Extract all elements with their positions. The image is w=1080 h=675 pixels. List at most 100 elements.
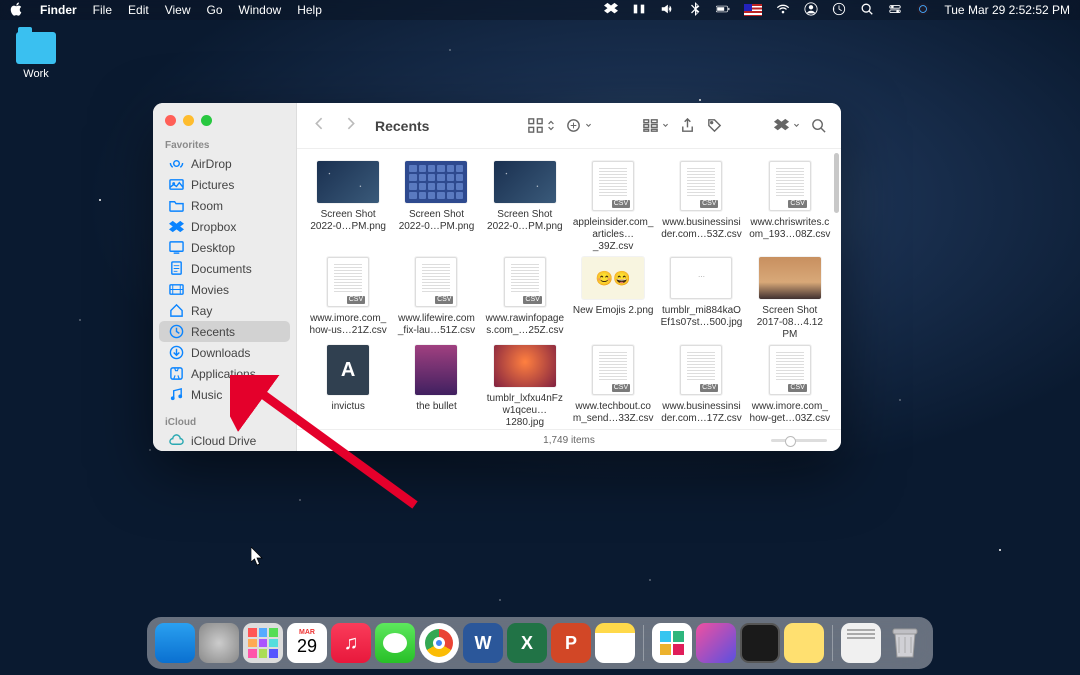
file-name: www.chriswrites.com_193…08Z.csv	[749, 217, 830, 241]
share-button[interactable]	[679, 117, 696, 134]
bluetooth-icon[interactable]	[688, 2, 702, 19]
file-name: www.businessinsider.com…53Z.csv	[661, 217, 742, 241]
file-item[interactable]: www.techbout.com_send…33Z.csv	[570, 345, 656, 429]
sidebar-item-pictures[interactable]: Pictures	[159, 174, 290, 195]
file-thumbnail	[494, 161, 556, 203]
tags-button[interactable]	[706, 117, 723, 134]
file-item[interactable]: ⋯tumblr_mi884kaOEf1s07st…500.jpg	[658, 257, 744, 341]
battery-icon[interactable]	[716, 2, 730, 19]
dock-textedit[interactable]	[841, 623, 881, 663]
dropbox-toolbar-button[interactable]	[773, 117, 800, 134]
dock-calendar[interactable]: MAR29	[287, 623, 327, 663]
sidebar-item-label: Music	[191, 388, 222, 402]
dock-powerpoint[interactable]: P	[551, 623, 591, 663]
dock-terminal[interactable]	[740, 623, 780, 663]
file-item[interactable]: www.chriswrites.com_193…08Z.csv	[747, 161, 833, 253]
dock-finder[interactable]	[155, 623, 195, 663]
file-item[interactable]: Ainvictus	[305, 345, 391, 429]
sidebar-item-room[interactable]: Room	[159, 195, 290, 216]
flag-icon[interactable]	[744, 4, 762, 16]
window-minimize[interactable]	[183, 115, 194, 126]
finder-toolbar: Recents	[297, 103, 841, 149]
dock-settings[interactable]	[199, 623, 239, 663]
file-item[interactable]: Screen Shot2022-0…PM.png	[393, 161, 479, 253]
dropbox-status-icon[interactable]	[604, 2, 618, 19]
sidebar-item-desktop[interactable]: Desktop	[159, 237, 290, 258]
window-maximize[interactable]	[201, 115, 212, 126]
sidebar-item-label: Applications	[191, 367, 256, 381]
sidebar-item-label: Dropbox	[191, 220, 236, 234]
desktop-folder-work[interactable]: Work	[12, 32, 60, 80]
file-name: tumblr_lxfxu4nFzw1qceu…1280.jpg	[484, 393, 566, 429]
wifi-icon[interactable]	[776, 2, 790, 19]
dock-trash[interactable]	[885, 623, 925, 663]
nav-forward[interactable]	[342, 115, 359, 137]
mouse-cursor	[251, 547, 265, 567]
dock-chrome[interactable]	[419, 623, 459, 663]
file-thumbnail	[415, 257, 457, 307]
volume-icon[interactable]	[660, 2, 674, 19]
file-item[interactable]: tumblr_lxfxu4nFzw1qceu…1280.jpg	[482, 345, 568, 429]
control-center-icon[interactable]	[888, 2, 902, 19]
scrollbar[interactable]	[834, 153, 839, 213]
airdrop-icon	[169, 156, 184, 171]
file-item[interactable]: appleinsider.com_articles…_39Z.csv	[570, 161, 656, 253]
sidebar-item-downloads[interactable]: Downloads	[159, 342, 290, 363]
sidebar-item-icloud-drive[interactable]: iCloud Drive	[159, 430, 290, 451]
sidebar-item-dropbox[interactable]: Dropbox	[159, 216, 290, 237]
sidebar-item-recents[interactable]: Recents	[159, 321, 290, 342]
dock-excel[interactable]: X	[507, 623, 547, 663]
icon-size-slider[interactable]	[771, 439, 827, 442]
dock-music[interactable]: ♫	[331, 623, 371, 663]
dock-word[interactable]: W	[463, 623, 503, 663]
dock-notes[interactable]	[595, 623, 635, 663]
file-item[interactable]: Screen Shot2017-08…4.12 PM	[747, 257, 833, 341]
sidebar-item-movies[interactable]: Movies	[159, 279, 290, 300]
battery-widget-icon[interactable]	[632, 2, 646, 19]
file-item[interactable]: www.lifewire.com_fix-lau…51Z.csv	[393, 257, 479, 341]
file-item[interactable]: www.rawinfopages.com_…25Z.csv	[482, 257, 568, 341]
search-button[interactable]	[810, 117, 827, 134]
sidebar-item-ray[interactable]: Ray	[159, 300, 290, 321]
file-item[interactable]: www.imore.com_how-us…21Z.csv	[305, 257, 391, 341]
sidebar-item-airdrop[interactable]: AirDrop	[159, 153, 290, 174]
file-item[interactable]: www.imore.com_how-get…03Z.csv	[747, 345, 833, 429]
dock-stickies[interactable]	[784, 623, 824, 663]
menu-go[interactable]: Go	[207, 3, 223, 17]
file-item[interactable]: 😊😄New Emojis 2.png	[570, 257, 656, 341]
menu-file[interactable]: File	[93, 3, 112, 17]
menu-view[interactable]: View	[165, 3, 191, 17]
dock-shortcuts[interactable]	[696, 623, 736, 663]
file-item[interactable]: www.businessinsider.com…17Z.csv	[658, 345, 744, 429]
dock-slack[interactable]	[652, 623, 692, 663]
apple-menu[interactable]	[10, 2, 24, 19]
file-item[interactable]: the bullet	[393, 345, 479, 429]
spotlight-icon[interactable]	[860, 2, 874, 19]
window-close[interactable]	[165, 115, 176, 126]
menu-help[interactable]: Help	[297, 3, 322, 17]
file-item[interactable]: Screen Shot2022-0…PM.png	[305, 161, 391, 253]
sidebar-item-label: Ray	[191, 304, 212, 318]
file-item[interactable]: Screen Shot2022-0…PM.png	[482, 161, 568, 253]
menu-edit[interactable]: Edit	[128, 3, 149, 17]
arrange-button[interactable]	[642, 117, 669, 134]
sidebar-item-applications[interactable]: Applications	[159, 363, 290, 384]
menu-window[interactable]: Window	[239, 3, 282, 17]
dock-launchpad[interactable]	[243, 623, 283, 663]
sidebar-item-documents[interactable]: Documents	[159, 258, 290, 279]
clock[interactable]: Tue Mar 29 2:52:52 PM	[944, 3, 1070, 17]
user-icon[interactable]	[804, 2, 818, 19]
siri-icon[interactable]	[916, 2, 930, 19]
cloud-icon	[169, 433, 184, 448]
timemachine-icon[interactable]	[832, 2, 846, 19]
file-name: Screen Shot2022-0…PM.png	[399, 209, 475, 233]
file-thumbnail	[759, 257, 821, 299]
dock-messages[interactable]	[375, 623, 415, 663]
sidebar-item-music[interactable]: Music	[159, 384, 290, 405]
file-item[interactable]: www.businessinsider.com…53Z.csv	[658, 161, 744, 253]
view-mode-button[interactable]	[527, 117, 555, 134]
file-grid[interactable]: Screen Shot2022-0…PM.png Screen Shot2022-…	[297, 149, 841, 429]
group-button[interactable]	[565, 117, 592, 134]
app-name[interactable]: Finder	[40, 3, 77, 17]
nav-back[interactable]	[311, 115, 328, 137]
